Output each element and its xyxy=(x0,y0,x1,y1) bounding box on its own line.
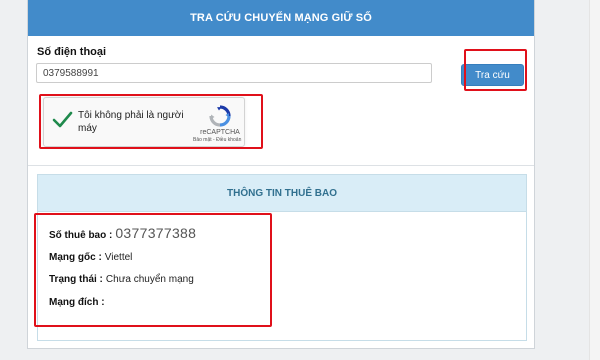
phone-input[interactable] xyxy=(36,63,432,83)
page-scrollbar[interactable] xyxy=(589,0,600,360)
highlight-search-button xyxy=(464,49,527,91)
lookup-form: Số điện thoại Tra cứu Tôi không phải là … xyxy=(28,36,534,165)
lookup-card: TRA CỨU CHUYỂN MẠNG GIỮ SỐ Số điện thoại… xyxy=(27,0,535,349)
page-title: TRA CỨU CHUYỂN MẠNG GIỮ SỐ xyxy=(190,12,372,24)
section-divider xyxy=(28,165,534,166)
highlight-subscriber-info xyxy=(34,213,272,327)
subscriber-panel-title: THÔNG TIN THUÊ BAO xyxy=(38,175,526,212)
page-header: TRA CỨU CHUYỂN MẠNG GIỮ SỐ xyxy=(28,0,534,36)
phone-label: Số điện thoại xyxy=(37,46,107,58)
highlight-recaptcha xyxy=(39,94,263,149)
subscriber-panel: THÔNG TIN THUÊ BAO Số thuê bao :03773773… xyxy=(34,174,527,341)
